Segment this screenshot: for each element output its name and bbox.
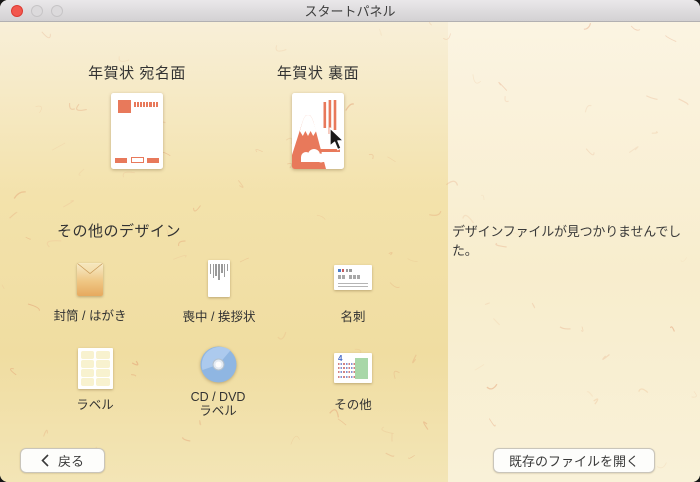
postcard-address-icon [111,93,163,169]
start-panel-window: 年賀状 宛名面 年賀状 裏面 その他のデザイン 封筒 / はがき 喪中 / 挨拶… [0,0,700,482]
design-item-nenga-back-side[interactable]: 年賀状 裏面 [253,62,383,169]
window-title: スタートパネル [304,4,396,19]
design-item-envelope-hagaki[interactable]: 封筒 / はがき [40,260,140,324]
back-button-label: 戻る [57,454,84,469]
cd-dvd-label-line2: ラベル [199,404,237,418]
mount-fuji-illustration [292,100,340,169]
envelope-icon [77,263,103,296]
chevron-left-icon [41,454,49,467]
business-card-icon [334,265,372,290]
misc-card-green-block [355,358,368,379]
design-item-cd-dvd-label[interactable]: CD / DVD ラベル [168,345,268,418]
mourning-card-icon [208,260,230,297]
cd-dvd-label-line1: CD / DVD [190,390,246,404]
titlebar: スタートパネル [0,0,700,22]
postcard-footer-marks [111,157,163,163]
misc-card-icon: 4 [334,353,372,383]
zipcode-boxes [133,102,158,107]
close-button[interactable] [11,5,23,17]
design-item-nenga-address-side[interactable]: 年賀状 宛名面 [72,62,202,169]
nenga-back-side-label: 年賀状 裏面 [276,65,360,82]
postcard-fuji-icon [292,93,344,169]
business-card-label: 名刺 [340,310,366,324]
other-label: その他 [334,398,372,412]
envelope-hagaki-label: 封筒 / はがき [53,309,127,323]
minimize-button[interactable] [31,5,43,17]
cd-dvd-icon [200,346,236,383]
traffic-lights [11,5,63,17]
design-item-mourning-greeting[interactable]: 喪中 / 挨拶状 [169,258,269,325]
open-existing-file-label: 既存のファイルを開く [508,454,639,469]
open-existing-file-button[interactable]: 既存のファイルを開く [493,448,655,473]
content-area: 年賀状 宛名面 年賀状 裏面 その他のデザイン 封筒 / はがき 喪中 / 挨拶… [0,22,700,482]
label-sheet-icon [77,348,113,389]
design-item-labels[interactable]: ラベル [45,348,145,413]
back-button[interactable]: 戻る [20,448,105,473]
stamp-square [118,100,131,113]
nenga-address-side-label: 年賀状 宛名面 [88,65,186,82]
no-design-files-message: デザインファイルが見つかりませんでした。 [452,224,681,258]
design-item-other[interactable]: 4 その他 [303,350,403,413]
labels-label: ラベル [76,398,114,412]
design-item-business-card[interactable]: 名刺 [303,258,403,325]
other-designs-heading: その他のデザイン [57,223,182,240]
mourning-greeting-label: 喪中 / 挨拶状 [182,310,256,324]
misc-card-number: 4 [338,354,343,363]
maximize-button[interactable] [51,5,63,17]
